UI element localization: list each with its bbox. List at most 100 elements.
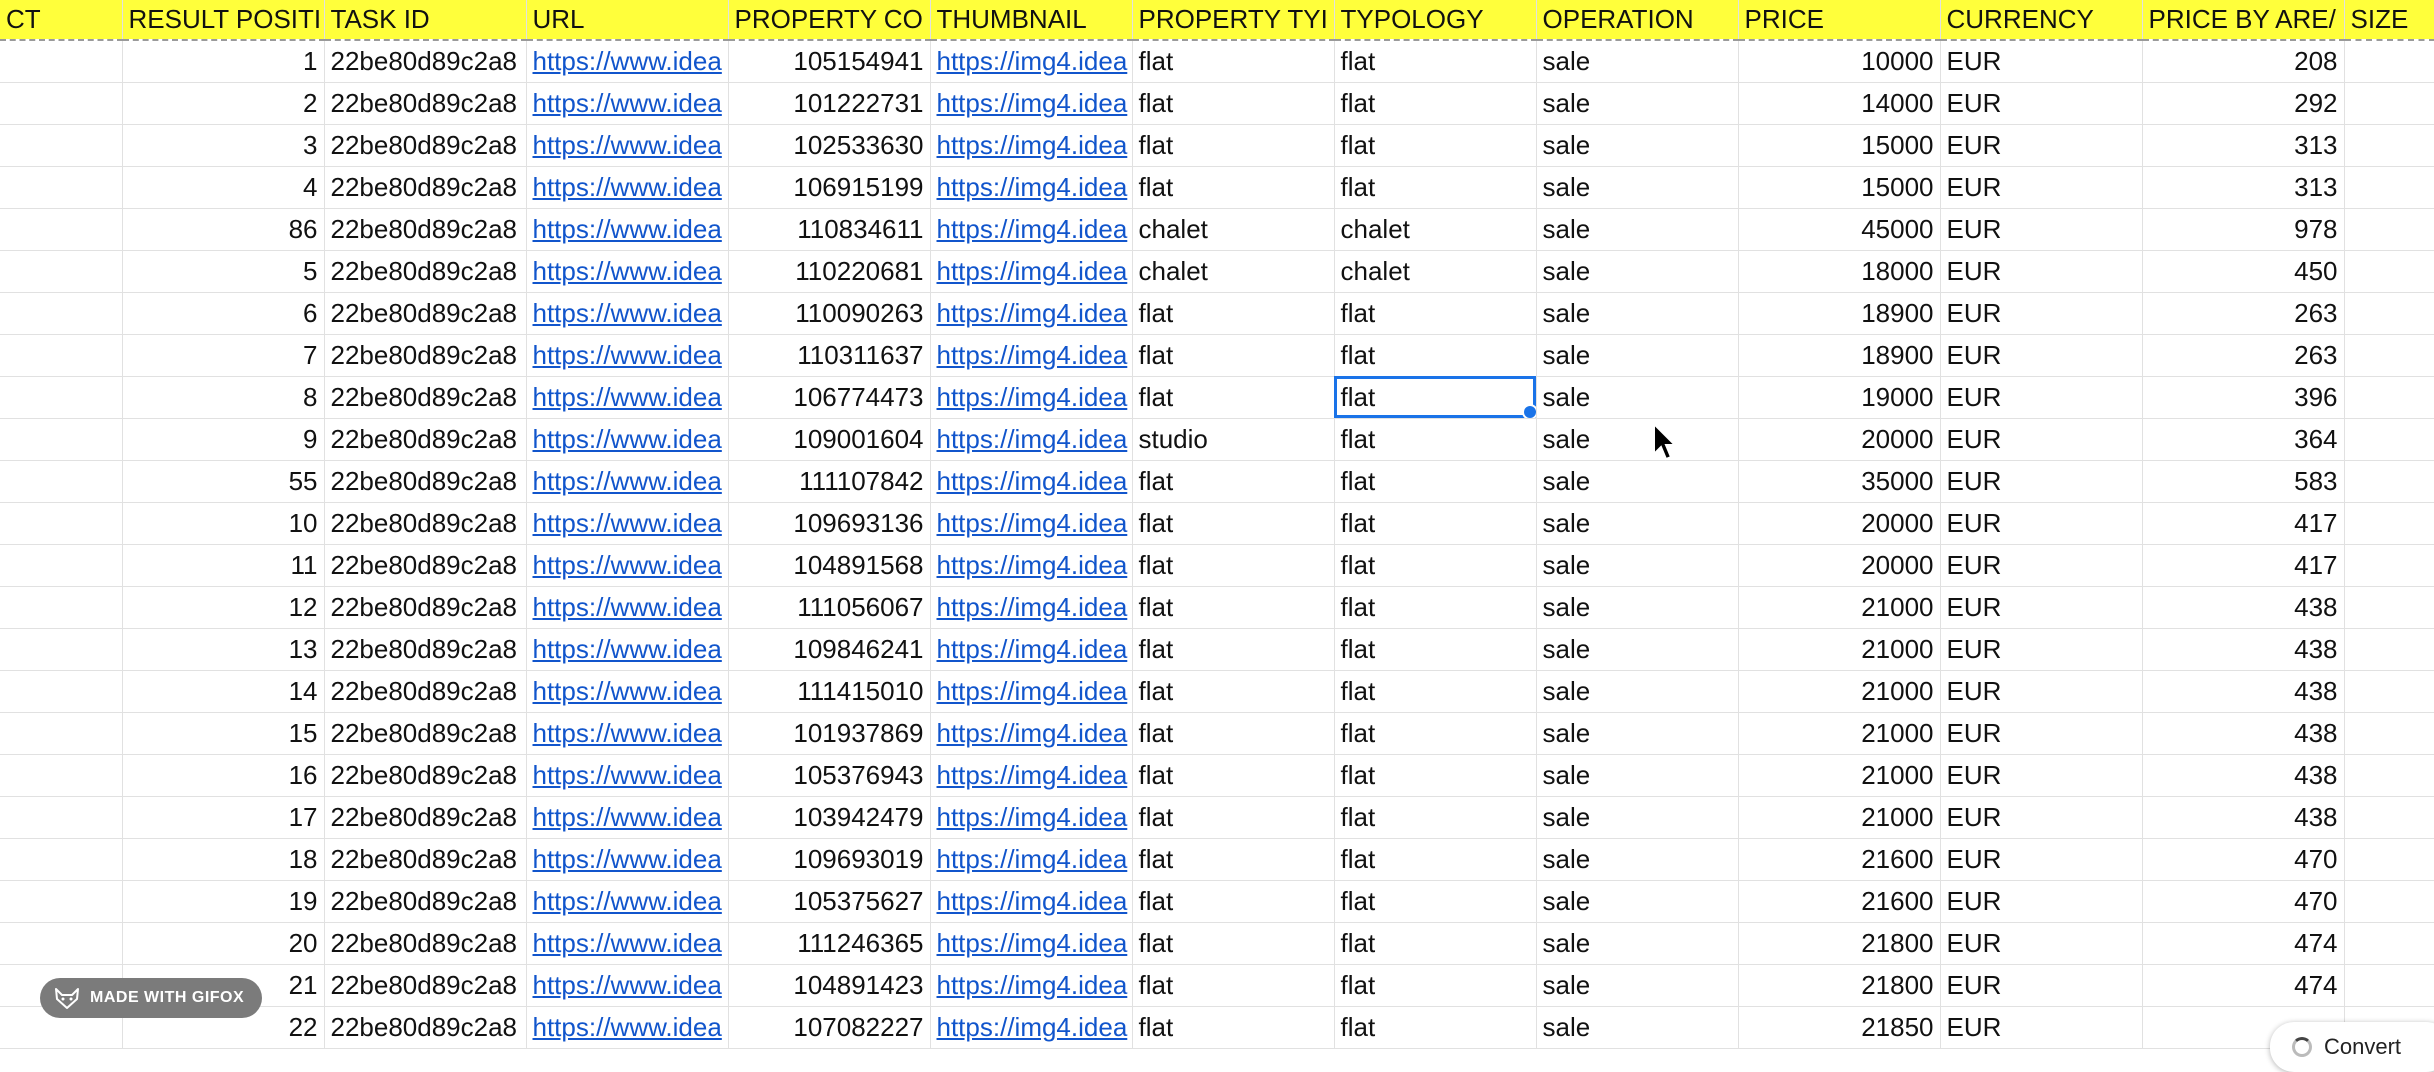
empty-cell[interactable] [0,376,123,419]
property-code-cell[interactable]: 101937869 [728,712,931,755]
listing-link[interactable]: https://www.idea [533,508,722,538]
empty-cell[interactable] [0,208,123,251]
thumbnail-link[interactable]: https://img4.idea [937,550,1128,580]
thumbnail-cell[interactable]: https://img4.idea [930,502,1133,545]
typology-cell[interactable]: flat [1334,880,1537,923]
size-cell[interactable] [2344,502,2434,545]
result-position-cell[interactable]: 8 [122,376,325,419]
price-by-area-cell[interactable]: 583 [2142,460,2345,503]
task-id-cell[interactable]: 22be80d89c2a8 [324,502,527,545]
listing-link[interactable]: https://www.idea [533,424,722,454]
operation-cell[interactable]: sale [1536,208,1739,251]
thumbnail-cell[interactable]: https://img4.idea [930,250,1133,293]
thumbnail-cell[interactable]: https://img4.idea [930,880,1133,923]
size-cell[interactable] [2344,628,2434,671]
size-cell[interactable] [2344,334,2434,377]
task-id-cell[interactable]: 22be80d89c2a8 [324,586,527,629]
property-type-cell[interactable]: flat [1132,460,1335,503]
empty-cell[interactable] [0,40,123,83]
column-header[interactable]: SIZE [2344,0,2434,41]
thumbnail-cell[interactable]: https://img4.idea [930,166,1133,209]
thumbnail-cell[interactable]: https://img4.idea [930,544,1133,587]
column-header[interactable]: CURRENCY [1940,0,2143,41]
property-code-cell[interactable]: 111056067 [728,586,931,629]
property-type-cell[interactable]: flat [1132,628,1335,671]
task-id-cell[interactable]: 22be80d89c2a8 [324,376,527,419]
property-code-cell[interactable]: 104891568 [728,544,931,587]
typology-cell[interactable]: flat [1334,1006,1537,1049]
listing-link[interactable]: https://www.idea [533,466,722,496]
property-type-cell[interactable]: flat [1132,376,1335,419]
price-by-area-cell[interactable]: 470 [2142,880,2345,923]
result-position-cell[interactable]: 55 [122,460,325,503]
size-cell[interactable] [2344,376,2434,419]
thumbnail-cell[interactable]: https://img4.idea [930,124,1133,167]
task-id-cell[interactable]: 22be80d89c2a8 [324,922,527,965]
price-cell[interactable]: 10000 [1738,40,1941,83]
thumbnail-cell[interactable]: https://img4.idea [930,922,1133,965]
size-cell[interactable] [2344,82,2434,125]
property-code-cell[interactable]: 111246365 [728,922,931,965]
empty-cell[interactable] [0,670,123,713]
size-cell[interactable] [2344,754,2434,797]
price-by-area-cell[interactable]: 474 [2142,964,2345,1007]
currency-cell[interactable]: EUR [1940,40,2143,83]
price-by-area-cell[interactable]: 438 [2142,712,2345,755]
listing-link[interactable]: https://www.idea [533,634,722,664]
operation-cell[interactable]: sale [1536,586,1739,629]
typology-cell[interactable]: flat [1334,712,1537,755]
operation-cell[interactable]: sale [1536,796,1739,839]
typology-cell[interactable]: flat [1334,166,1537,209]
typology-cell[interactable]: flat [1334,292,1537,335]
size-cell[interactable] [2344,208,2434,251]
price-cell[interactable]: 21000 [1738,670,1941,713]
size-cell[interactable] [2344,964,2434,1007]
price-by-area-cell[interactable]: 438 [2142,796,2345,839]
url-cell[interactable]: https://www.idea [526,712,729,755]
empty-cell[interactable] [0,292,123,335]
task-id-cell[interactable]: 22be80d89c2a8 [324,418,527,461]
thumbnail-link[interactable]: https://img4.idea [937,592,1128,622]
operation-cell[interactable]: sale [1536,544,1739,587]
currency-cell[interactable]: EUR [1940,208,2143,251]
task-id-cell[interactable]: 22be80d89c2a8 [324,124,527,167]
typology-cell[interactable]: flat [1334,124,1537,167]
result-position-cell[interactable]: 12 [122,586,325,629]
property-code-cell[interactable]: 109693019 [728,838,931,881]
property-code-cell[interactable]: 106774473 [728,376,931,419]
thumbnail-link[interactable]: https://img4.idea [937,298,1128,328]
size-cell[interactable] [2344,292,2434,335]
result-position-cell[interactable]: 14 [122,670,325,713]
result-position-cell[interactable]: 7 [122,334,325,377]
price-cell[interactable]: 21000 [1738,796,1941,839]
price-cell[interactable]: 18000 [1738,250,1941,293]
price-by-area-cell[interactable]: 474 [2142,922,2345,965]
column-header[interactable]: PROPERTY TYI [1132,0,1335,41]
operation-cell[interactable]: sale [1536,502,1739,545]
fill-handle[interactable] [1521,403,1535,417]
thumbnail-cell[interactable]: https://img4.idea [930,376,1133,419]
price-by-area-cell[interactable]: 263 [2142,334,2345,377]
property-type-cell[interactable]: flat [1132,82,1335,125]
task-id-cell[interactable]: 22be80d89c2a8 [324,838,527,881]
size-cell[interactable] [2344,124,2434,167]
operation-cell[interactable]: sale [1536,1006,1739,1049]
empty-cell[interactable] [0,124,123,167]
task-id-cell[interactable]: 22be80d89c2a8 [324,40,527,83]
thumbnail-link[interactable]: https://img4.idea [937,340,1128,370]
listing-link[interactable]: https://www.idea [533,172,722,202]
property-type-cell[interactable]: flat [1132,502,1335,545]
size-cell[interactable] [2344,712,2434,755]
operation-cell[interactable]: sale [1536,670,1739,713]
url-cell[interactable]: https://www.idea [526,628,729,671]
price-by-area-cell[interactable]: 438 [2142,670,2345,713]
currency-cell[interactable]: EUR [1940,250,2143,293]
empty-cell[interactable] [0,334,123,377]
url-cell[interactable]: https://www.idea [526,838,729,881]
thumbnail-link[interactable]: https://img4.idea [937,424,1128,454]
currency-cell[interactable]: EUR [1940,838,2143,881]
url-cell[interactable]: https://www.idea [526,544,729,587]
typology-cell[interactable]: flat [1334,418,1537,461]
empty-cell[interactable] [0,502,123,545]
property-type-cell[interactable]: flat [1132,166,1335,209]
